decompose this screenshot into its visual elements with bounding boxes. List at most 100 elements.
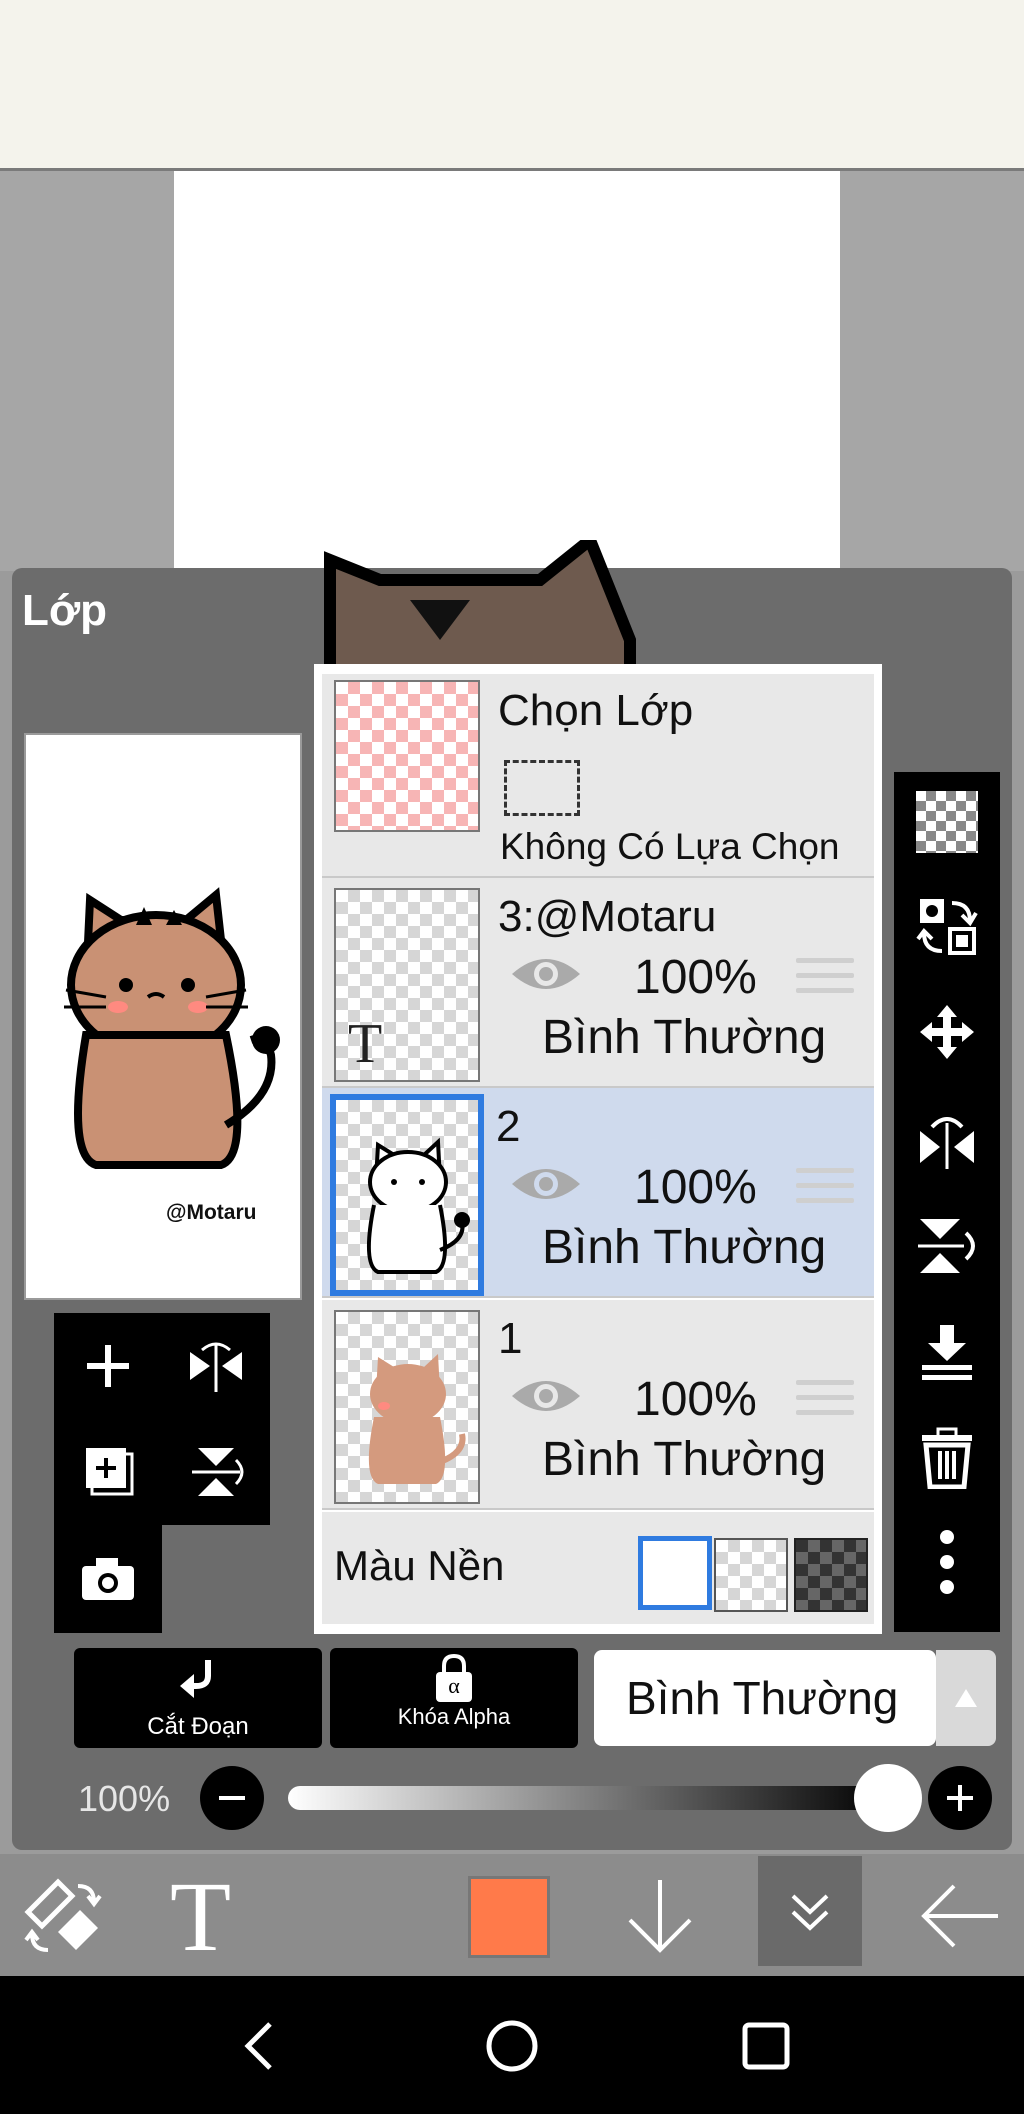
clipping-label: Cắt Đoạn [147, 1713, 249, 1740]
text-tool-icon[interactable]: T [170, 1862, 231, 1972]
layer-thumbnail [334, 1310, 480, 1504]
more-icon [940, 1530, 954, 1594]
background-label: Màu Nền [334, 1542, 505, 1589]
nav-recents-button[interactable] [740, 2020, 792, 2072]
layer-blend-mode: Bình Thường [542, 1433, 827, 1486]
trash-icon [922, 1427, 972, 1489]
nav-recents-icon [742, 2022, 790, 2070]
clipping-button[interactable]: Cắt Đoạn [74, 1648, 322, 1748]
add-layer-icon [87, 1345, 129, 1387]
flip-horizontal-button[interactable] [162, 1313, 270, 1419]
layer-blend-mode: Bình Thường [542, 1221, 827, 1274]
flip-horizontal-icon [190, 1342, 242, 1392]
back-arrow-button[interactable] [918, 1876, 1002, 1956]
canvas-paper[interactable] [174, 171, 840, 571]
layer-opacity: 100% [634, 1373, 757, 1426]
text-layer-badge: T [348, 1013, 383, 1075]
right-toolbar [894, 772, 1000, 1632]
layer-thumbnail: T [334, 888, 480, 1082]
flip-vertical-icon [192, 1448, 244, 1496]
swap-icon [916, 899, 978, 955]
back-arrow-icon [921, 1884, 998, 1948]
more-button[interactable] [894, 1512, 1000, 1612]
add-layer-button[interactable] [54, 1313, 162, 1419]
layer-row[interactable]: T 3:@Motaru 100% Bình Thường [322, 878, 874, 1088]
layer-name: 1 [498, 1314, 523, 1363]
layer-blend-mode: Bình Thường [542, 1011, 827, 1064]
blend-mode-select[interactable]: Bình Thường [594, 1650, 936, 1746]
flip-vertical-button[interactable] [894, 1196, 1000, 1296]
visibility-eye-icon[interactable] [508, 1162, 584, 1206]
visibility-eye-icon[interactable] [508, 952, 584, 996]
collapse-panel-button[interactable] [758, 1856, 862, 1966]
transparency-button[interactable] [894, 772, 1000, 872]
background-dark-swatch[interactable] [794, 1538, 868, 1612]
selection-layer-row[interactable]: Chọn Lớp Không Có Lựa Chọn [322, 674, 874, 878]
color-fill-cat-icon [368, 1354, 466, 1484]
nav-home-button[interactable] [484, 2018, 540, 2074]
selection-layer-status: Không Có Lựa Chọn [500, 826, 840, 867]
opacity-increase-button[interactable] [928, 1766, 992, 1830]
background-color-row: Màu Nền [322, 1512, 874, 1624]
collapse-icon [791, 1894, 829, 1931]
canvas-preview[interactable]: @Motaru [24, 733, 302, 1300]
layer-opacity: 100% [634, 1161, 757, 1214]
camera-icon [82, 1558, 134, 1600]
arrow-down-button[interactable] [620, 1876, 700, 1956]
chevron-up-icon [955, 1689, 977, 1707]
flip-vertical-button[interactable] [162, 1419, 270, 1525]
merge-down-icon [922, 1325, 972, 1380]
minus-icon [219, 1796, 245, 1800]
opacity-slider-thumb[interactable] [854, 1764, 922, 1832]
top-bar [0, 0, 1024, 171]
blend-mode-dropdown-button[interactable] [936, 1650, 996, 1746]
layer-name: 2 [496, 1102, 521, 1151]
layer-name: 3:@Motaru [498, 892, 717, 941]
arrow-down-icon [628, 1880, 692, 1953]
move-button[interactable] [894, 982, 1000, 1082]
move-icon [920, 1005, 974, 1059]
selection-layer-title: Chọn Lớp [498, 686, 694, 735]
lock-icon: α [432, 1654, 476, 1704]
nav-back-icon [244, 2022, 272, 2070]
drag-handle-icon[interactable] [796, 1380, 854, 1425]
alpha-lock-label: Khóa Alpha [397, 1704, 511, 1729]
opacity-label: 100% [78, 1778, 171, 1819]
camera-button[interactable] [54, 1525, 162, 1633]
eraser-swap-icon [24, 1878, 102, 1952]
layer-thumbnail [330, 1094, 484, 1296]
opacity-decrease-button[interactable] [200, 1766, 264, 1830]
transparency-icon [916, 791, 978, 853]
merge-down-button[interactable] [894, 1302, 1000, 1402]
flip-v-icon [918, 1219, 975, 1273]
visibility-eye-icon[interactable] [508, 1374, 584, 1418]
layer-row-selected[interactable]: 2 100% Bình Thường [322, 1088, 874, 1298]
layer-list: Chọn Lớp Không Có Lựa Chọn T 3:@Motaru 1… [314, 664, 882, 1634]
opacity-slider-track[interactable] [288, 1786, 888, 1810]
canvas-cat-illustration [324, 540, 636, 680]
swap-button[interactable] [894, 876, 1000, 976]
background-white-swatch[interactable] [638, 1536, 712, 1610]
line-art-cat-icon [366, 1137, 470, 1274]
preview-cat-icon [64, 887, 280, 1169]
panel-title: Lớp [22, 586, 108, 635]
current-color-swatch[interactable] [468, 1876, 550, 1958]
delete-layer-button[interactable] [894, 1408, 1000, 1508]
layer-row[interactable]: 1 100% Bình Thường [322, 1300, 874, 1510]
layer-opacity: 100% [634, 951, 757, 1004]
drag-handle-icon[interactable] [796, 1168, 854, 1213]
nav-home-icon [486, 2020, 538, 2072]
nav-back-button[interactable] [234, 2018, 284, 2074]
background-transparent-swatch[interactable] [714, 1538, 788, 1612]
plus-icon [947, 1785, 973, 1811]
alpha-lock-button[interactable]: α Khóa Alpha [330, 1648, 578, 1748]
copy-layer-button[interactable] [54, 1419, 162, 1525]
add-copy-layer-icon [86, 1448, 134, 1496]
drag-handle-icon[interactable] [796, 958, 854, 1003]
eraser-swap-button[interactable] [18, 1872, 108, 1962]
clipping-arrow-icon [180, 1660, 211, 1698]
flip-h-icon [920, 1117, 974, 1169]
flip-horizontal-button[interactable] [894, 1090, 1000, 1190]
preview-watermark: @Motaru [166, 1201, 257, 1224]
alpha-lock-symbol: α [448, 1673, 460, 1698]
